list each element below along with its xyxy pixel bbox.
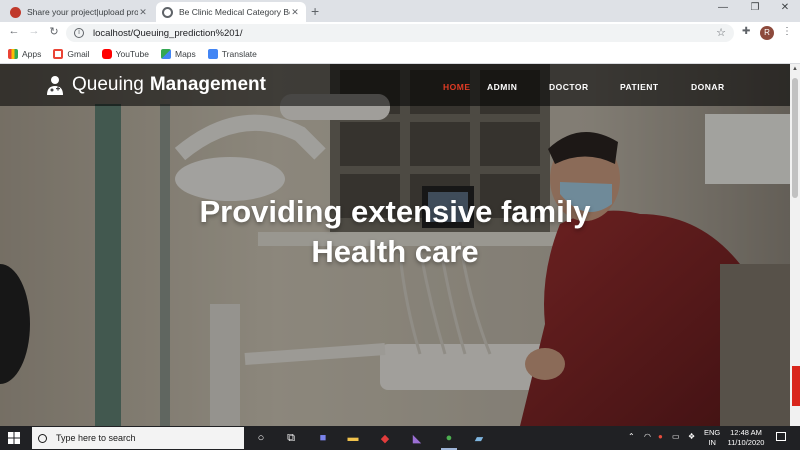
- anydesk-icon[interactable]: ◆: [376, 429, 394, 447]
- nav-admin-link[interactable]: ADMIN: [487, 82, 517, 92]
- brand-name-bold: Management: [149, 74, 266, 95]
- task-view-icon[interactable]: ⧉: [282, 429, 300, 447]
- tab-close-icon[interactable]: ✕: [138, 7, 148, 18]
- browser-tab-strip: Share your project|upload project ✕ Be C…: [0, 0, 800, 22]
- tab-favicon-icon: [10, 6, 21, 18]
- dropbox-icon[interactable]: ❖: [688, 432, 695, 441]
- notification-icon[interactable]: [776, 432, 786, 441]
- site-navbar: Queuing Management HOME ADMIN DOCTOR PAT…: [0, 64, 790, 106]
- scroll-up-icon[interactable]: ▲: [790, 66, 800, 72]
- bookmark-maps[interactable]: Maps: [160, 48, 196, 59]
- youtube-icon: [101, 48, 112, 59]
- brand-name-regular: Queuing: [72, 74, 144, 95]
- taskbar-search-placeholder: Type here to search: [56, 433, 136, 443]
- address-url: localhost/Queuing_prediction%201/: [93, 27, 243, 39]
- address-bar[interactable]: i localhost/Queuing_prediction%201/ ☆: [66, 24, 734, 42]
- nav-doctor-link[interactable]: DOCTOR: [549, 82, 589, 92]
- doctor-logo-icon: [47, 76, 63, 95]
- network-icon[interactable]: ◠: [644, 432, 651, 441]
- bookmarks-bar: Apps Gmail YouTube Maps Translate: [0, 44, 800, 64]
- browser-tab-active[interactable]: Be Clinic Medical Category Bootstrap ✕: [156, 2, 306, 22]
- chrome-icon[interactable]: ●: [440, 429, 458, 450]
- restore-icon[interactable]: ❐: [740, 2, 770, 13]
- minimize-icon[interactable]: —: [708, 2, 738, 13]
- avatar[interactable]: R: [760, 26, 774, 40]
- language-code: ENG: [704, 428, 721, 437]
- search-icon: [38, 433, 47, 443]
- visual-studio-icon[interactable]: ◣: [408, 429, 426, 447]
- bookmark-apps[interactable]: Apps: [8, 48, 42, 59]
- hero-heading-line1: Providing extensive family: [199, 194, 591, 229]
- bookmark-gmail[interactable]: Gmail: [53, 48, 90, 59]
- nav-patient-link[interactable]: PATIENT: [620, 82, 659, 92]
- apps-grid-icon: [8, 48, 18, 59]
- taskbar-search-input[interactable]: Type here to search: [32, 427, 244, 449]
- windows-start-icon[interactable]: [8, 432, 20, 444]
- tab-favicon-icon: [162, 6, 173, 18]
- antivirus-icon[interactable]: ●: [658, 432, 663, 441]
- cortana-icon[interactable]: ○: [252, 429, 270, 447]
- app-icon[interactable]: ▰: [470, 429, 488, 447]
- extensions-icon[interactable]: ✚: [742, 26, 750, 37]
- taskbar-clock[interactable]: 12:48 AM 11/10/2020: [724, 428, 768, 448]
- reload-icon[interactable]: ↻: [46, 25, 62, 38]
- info-icon[interactable]: i: [74, 28, 84, 38]
- plus-icon[interactable]: +: [311, 3, 319, 19]
- nav-donar-link[interactable]: DONAR: [691, 82, 725, 92]
- bookmark-label: Translate: [221, 48, 257, 59]
- windows-taskbar: Type here to search ○ ⧉ ■ ▬ ◆ ◣ ● ▰ ⌃ ◠ …: [0, 426, 800, 450]
- file-explorer-icon[interactable]: ▬: [344, 429, 362, 447]
- translate-icon: [207, 48, 218, 59]
- scrollbar-thumb[interactable]: [792, 78, 798, 198]
- language-indicator[interactable]: ENG IN: [704, 428, 720, 448]
- bookmark-label: Apps: [22, 48, 42, 59]
- close-icon[interactable]: ✕: [770, 2, 800, 13]
- bookmark-translate[interactable]: Translate: [207, 48, 257, 59]
- battery-icon[interactable]: ▭: [672, 432, 680, 441]
- side-badge[interactable]: [792, 366, 800, 406]
- more-menu-icon[interactable]: ⋮: [782, 26, 792, 37]
- bookmark-label: Maps: [174, 48, 196, 59]
- page-viewport: Queuing Management HOME ADMIN DOCTOR PAT…: [0, 64, 790, 426]
- tab-title: Be Clinic Medical Category Bootstrap: [179, 7, 290, 17]
- clock-date: 11/10/2020: [727, 438, 765, 447]
- gmail-icon: [53, 48, 64, 59]
- tab-title: Share your project|upload project: [27, 7, 138, 17]
- bookmark-youtube[interactable]: YouTube: [101, 48, 149, 59]
- region-code: IN: [708, 438, 716, 447]
- maps-icon: [160, 48, 171, 59]
- clock-time: 12:48 AM: [730, 428, 762, 437]
- tab-close-icon[interactable]: ✕: [290, 7, 300, 18]
- bookmark-label: YouTube: [115, 48, 149, 59]
- nav-home-link[interactable]: HOME: [443, 82, 471, 92]
- site-brand[interactable]: Queuing Management: [46, 74, 266, 96]
- teams-icon[interactable]: ■: [314, 429, 332, 447]
- chevron-up-icon[interactable]: ⌃: [628, 432, 635, 441]
- back-arrow-icon[interactable]: ←: [6, 25, 22, 37]
- bookmark-label: Gmail: [67, 48, 90, 59]
- hero-heading: Providing extensive family Health care: [0, 192, 790, 272]
- hero-heading-line2: Health care: [311, 234, 479, 269]
- browser-tab[interactable]: Share your project|upload project ✕: [4, 2, 154, 22]
- browser-toolbar: ← → ↻ i localhost/Queuing_prediction%201…: [0, 22, 800, 44]
- forward-arrow-icon[interactable]: →: [26, 25, 42, 37]
- star-icon[interactable]: ☆: [716, 26, 726, 39]
